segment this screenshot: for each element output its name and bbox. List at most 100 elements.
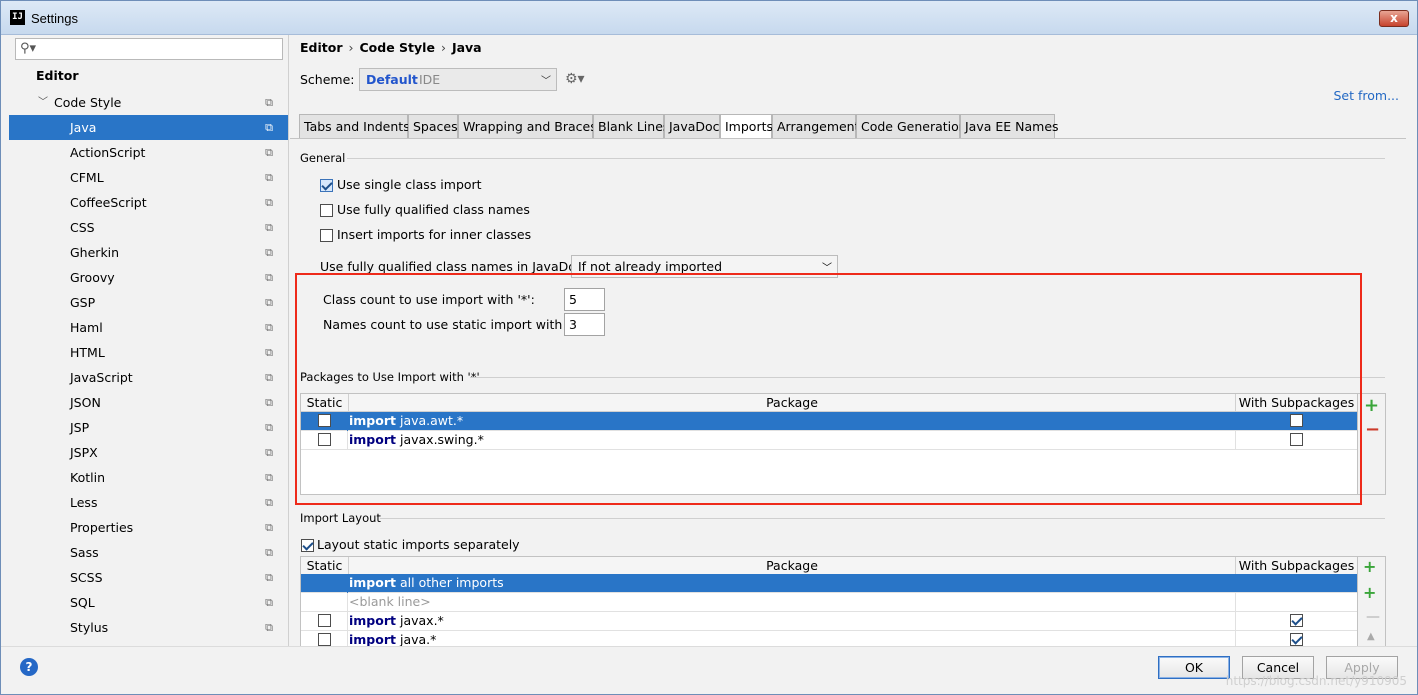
static-checkbox[interactable] xyxy=(318,633,331,646)
tab-imports[interactable]: Imports xyxy=(720,114,773,139)
subpackages-checkbox[interactable] xyxy=(1290,433,1303,446)
sidebar-item-actionscript[interactable]: ActionScript ⧉ xyxy=(9,140,288,165)
table-row[interactable]: import javax.* xyxy=(301,612,1357,631)
sidebar-item-label: SQL xyxy=(70,595,95,610)
settings-sidebar: ⚲▾ Editor ﹀ Code Style ⧉ Java ⧉ ActionScri… xyxy=(9,35,289,646)
close-button[interactable]: x xyxy=(1379,10,1409,27)
tab-wrapping-and-braces[interactable]: Wrapping and Braces xyxy=(458,114,597,139)
tree-item-label: Code Style xyxy=(54,95,122,110)
table-row[interactable]: import all other imports xyxy=(301,574,1357,593)
sidebar-item-java[interactable]: Java ⧉ xyxy=(9,115,288,140)
static-checkbox[interactable] xyxy=(318,614,331,627)
general-group-title: General xyxy=(300,151,346,165)
copy-icon: ⧉ xyxy=(265,321,273,334)
sidebar-item-sql[interactable]: SQL ⧉ xyxy=(9,590,288,615)
title-bar: IJ Settings x xyxy=(1,1,1417,35)
col-static[interactable]: Static xyxy=(301,557,349,575)
add-icon[interactable]: + xyxy=(1364,395,1379,416)
sidebar-item-haml[interactable]: Haml ⧉ xyxy=(9,315,288,340)
remove-icon[interactable]: — xyxy=(1366,609,1380,625)
sidebar-item-jsp[interactable]: JSP ⧉ xyxy=(9,415,288,440)
static-checkbox[interactable] xyxy=(318,433,331,446)
tab-spaces[interactable]: Spaces xyxy=(408,114,458,139)
tab-code-generation[interactable]: Code Generation xyxy=(856,114,967,139)
sidebar-item-properties[interactable]: Properties ⧉ xyxy=(9,515,288,540)
sidebar-item-label: SCSS xyxy=(70,570,103,585)
tab-java-ee-names[interactable]: Java EE Names xyxy=(960,114,1059,139)
tab-arrangement[interactable]: Arrangement xyxy=(772,114,860,139)
col-with-subpackages[interactable]: With Subpackages xyxy=(1236,557,1357,575)
col-package[interactable]: Package xyxy=(349,557,1236,575)
class-count-input[interactable]: 5 xyxy=(564,288,605,311)
col-with-subpackages[interactable]: With Subpackages xyxy=(1236,394,1357,412)
gear-icon[interactable]: ⚙▾ xyxy=(565,71,585,87)
names-count-input[interactable]: 3 xyxy=(564,313,605,336)
tab-tabs-and-indents[interactable]: Tabs and Indents xyxy=(299,114,410,139)
scheme-dropdown[interactable]: Default IDE ﹀ xyxy=(359,68,557,91)
sidebar-item-html[interactable]: HTML ⧉ xyxy=(9,340,288,365)
copy-icon: ⧉ xyxy=(265,621,273,634)
fully-qualified-checkbox[interactable] xyxy=(320,204,333,217)
table-row[interactable]: import java.awt.* xyxy=(301,412,1357,431)
sidebar-item-label: JSON xyxy=(70,395,101,410)
settings-window: IJ Settings x ⚲▾ Editor ﹀ Code Style ⧉ J… xyxy=(0,0,1418,695)
sidebar-item-label: HTML xyxy=(70,345,105,360)
sidebar-item-less[interactable]: Less ⧉ xyxy=(9,490,288,515)
sidebar-item-javascript[interactable]: JavaScript ⧉ xyxy=(9,365,288,390)
add-blank-line-icon[interactable]: + xyxy=(1363,583,1376,602)
table-row[interactable]: <blank line> xyxy=(301,593,1357,612)
subpackages-checkbox[interactable] xyxy=(1290,633,1303,646)
move-up-icon[interactable]: ▲ xyxy=(1367,631,1375,642)
col-package[interactable]: Package xyxy=(349,394,1236,412)
divider xyxy=(380,518,1385,519)
inner-classes-checkbox[interactable] xyxy=(320,229,333,242)
sidebar-item-json[interactable]: JSON ⧉ xyxy=(9,390,288,415)
sidebar-item-jspx[interactable]: JSPX ⧉ xyxy=(9,440,288,465)
subpackages-checkbox[interactable] xyxy=(1290,614,1303,627)
copy-icon: ⧉ xyxy=(265,221,273,234)
sidebar-item-gherkin[interactable]: Gherkin ⧉ xyxy=(9,240,288,265)
class-count-label: Class count to use import with '*': xyxy=(323,292,535,307)
breadcrumb: Editor › Code Style › Java xyxy=(300,40,482,55)
sidebar-item-groovy[interactable]: Groovy ⧉ xyxy=(9,265,288,290)
sidebar-item-coffeescript[interactable]: CoffeeScript ⧉ xyxy=(9,190,288,215)
table-row[interactable]: import javax.swing.* xyxy=(301,431,1357,450)
help-icon[interactable]: ? xyxy=(20,658,38,676)
sidebar-item-scss[interactable]: SCSS ⧉ xyxy=(9,565,288,590)
sidebar-item-label: Stylus xyxy=(70,620,109,635)
subpackages-checkbox[interactable] xyxy=(1290,414,1303,427)
add-package-icon[interactable]: + xyxy=(1363,557,1376,576)
breadcrumb-code-style: Code Style xyxy=(359,40,435,55)
tab-blank-lines[interactable]: Blank Lines xyxy=(593,114,669,139)
copy-icon: ⧉ xyxy=(265,271,273,284)
set-from-link[interactable]: Set from... xyxy=(1333,88,1399,103)
tree-header-editor[interactable]: Editor xyxy=(36,68,79,83)
col-static[interactable]: Static xyxy=(301,394,349,412)
sidebar-item-label: CSS xyxy=(70,220,95,235)
single-class-import-checkbox[interactable] xyxy=(320,179,333,192)
javadoc-dropdown[interactable]: If not already imported ﹀ xyxy=(571,255,838,278)
chevron-down-icon[interactable]: ﹀ xyxy=(38,90,48,115)
divider xyxy=(347,158,1385,159)
remove-icon[interactable]: − xyxy=(1365,419,1380,440)
copy-icon: ⧉ xyxy=(265,346,273,359)
table-row[interactable]: import java.* xyxy=(301,631,1357,646)
sidebar-item-css[interactable]: CSS ⧉ xyxy=(9,215,288,240)
copy-icon: ⧉ xyxy=(265,146,273,159)
ok-button[interactable]: OK xyxy=(1158,656,1230,679)
sidebar-item-sass[interactable]: Sass ⧉ xyxy=(9,540,288,565)
tree-item-code-style[interactable]: ﹀ Code Style ⧉ xyxy=(9,90,288,115)
layout-separately-checkbox[interactable] xyxy=(301,539,314,552)
layout-group-title: Import Layout xyxy=(300,511,381,525)
sidebar-item-kotlin[interactable]: Kotlin ⧉ xyxy=(9,465,288,490)
search-input[interactable]: ⚲▾ xyxy=(15,38,283,60)
copy-icon: ⧉ xyxy=(265,121,273,134)
sidebar-item-label: JSP xyxy=(70,420,90,435)
sidebar-item-cfml[interactable]: CFML ⧉ xyxy=(9,165,288,190)
static-checkbox[interactable] xyxy=(318,414,331,427)
sidebar-item-gsp[interactable]: GSP ⧉ xyxy=(9,290,288,315)
tab-javadoc[interactable]: JavaDoc xyxy=(664,114,720,139)
sidebar-item-stylus[interactable]: Stylus ⧉ xyxy=(9,615,288,640)
breadcrumb-java: Java xyxy=(451,40,482,55)
copy-icon: ⧉ xyxy=(265,471,273,484)
